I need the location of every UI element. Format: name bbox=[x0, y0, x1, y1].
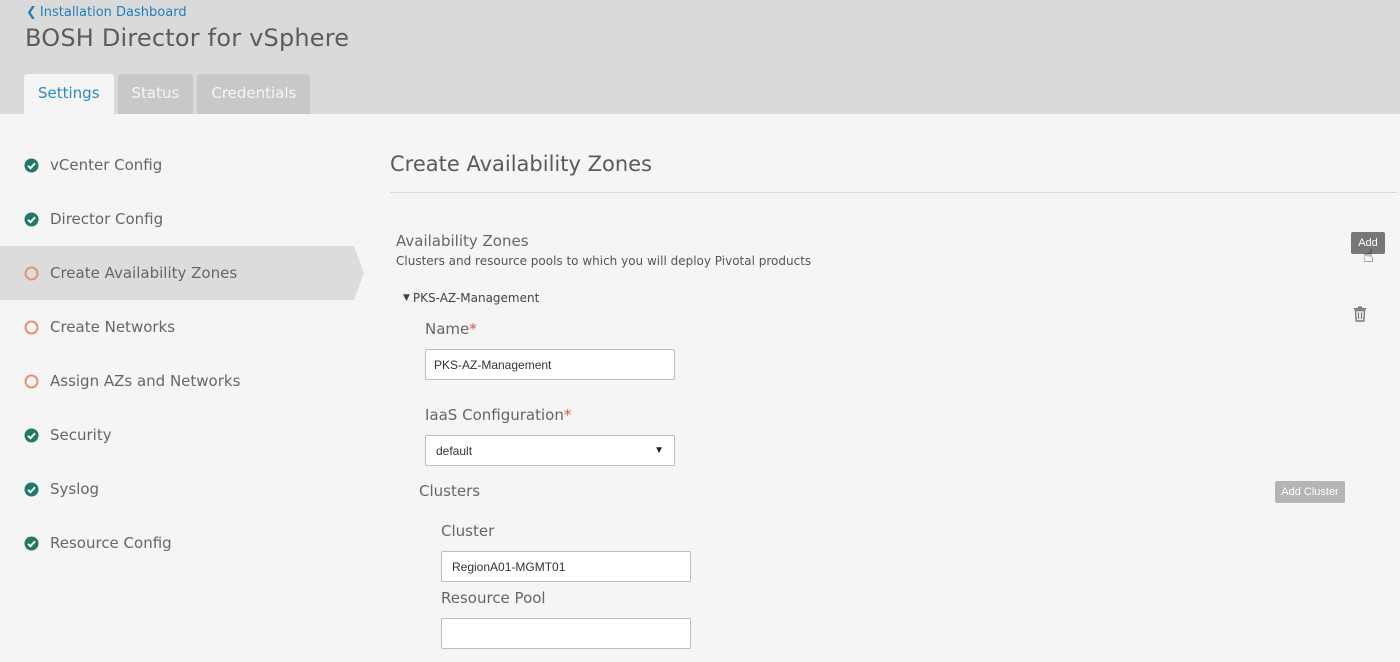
check-circle-icon bbox=[24, 536, 39, 551]
add-cluster-button[interactable]: Add Cluster bbox=[1275, 481, 1345, 503]
resource-pool-label: Resource Pool bbox=[441, 589, 546, 607]
az-item-title: PKS-AZ-Management bbox=[412, 291, 540, 305]
section-title: Create Availability Zones bbox=[390, 152, 652, 176]
required-mark: * bbox=[469, 320, 477, 338]
sidebar-item-label: Director Config bbox=[50, 210, 164, 228]
check-circle-icon bbox=[24, 158, 39, 173]
sidebar-item-label: Security bbox=[50, 426, 112, 444]
tab-status[interactable]: Status bbox=[117, 74, 194, 114]
cluster-label: Cluster bbox=[441, 522, 495, 540]
sidebar-item-label: Syslog bbox=[50, 480, 100, 498]
empty-circle-icon bbox=[24, 266, 39, 281]
trash-icon[interactable] bbox=[1353, 306, 1367, 326]
availability-zones-label: Availability Zones bbox=[396, 232, 529, 250]
check-circle-icon bbox=[24, 428, 39, 443]
check-circle-icon bbox=[24, 212, 39, 227]
chevron-left-icon: ❮ bbox=[26, 5, 37, 20]
az-item-toggle[interactable]: ▼ PKS-AZ-Management bbox=[403, 291, 539, 305]
sidebar-item-syslog[interactable]: Syslog bbox=[0, 462, 364, 516]
main-content: Create Availability Zones Availability Z… bbox=[390, 138, 1397, 649]
resource-pool-input[interactable] bbox=[441, 618, 691, 649]
tab-credentials[interactable]: Credentials bbox=[197, 74, 311, 114]
sidebar: vCenter Config Director Config Create Av… bbox=[0, 138, 364, 570]
back-link-label: Installation Dashboard bbox=[39, 5, 187, 20]
sidebar-item-create-networks[interactable]: Create Networks bbox=[0, 300, 364, 354]
hand-cursor-icon: ☝ bbox=[1363, 246, 1374, 267]
iaas-config-select[interactable]: default ▼ bbox=[425, 435, 675, 466]
iaas-config-label: IaaS Configuration* bbox=[425, 406, 571, 424]
tab-settings[interactable]: Settings bbox=[24, 74, 114, 114]
sidebar-item-label: vCenter Config bbox=[50, 156, 163, 174]
name-field-label: Name* bbox=[425, 320, 477, 338]
sidebar-item-label: Create Availability Zones bbox=[50, 264, 238, 282]
required-mark: * bbox=[563, 406, 572, 424]
empty-circle-icon bbox=[24, 320, 39, 335]
sidebar-item-director-config[interactable]: Director Config bbox=[0, 192, 364, 246]
name-label-text: Name bbox=[425, 320, 470, 338]
sidebar-item-label: Resource Config bbox=[50, 534, 172, 552]
availability-zones-header: Availability Zones Clusters and resource… bbox=[396, 232, 811, 268]
dropdown-arrow-icon: ▼ bbox=[654, 445, 664, 456]
sidebar-item-create-availability-zones[interactable]: Create Availability Zones bbox=[0, 246, 364, 300]
availability-zones-description: Clusters and resource pools to which you… bbox=[396, 254, 812, 268]
sidebar-item-label: Assign AZs and Networks bbox=[50, 372, 241, 390]
empty-circle-icon bbox=[24, 374, 39, 389]
sidebar-item-security[interactable]: Security bbox=[0, 408, 364, 462]
caret-down-icon: ▼ bbox=[403, 293, 410, 303]
iaas-label-text: IaaS Configuration bbox=[425, 406, 564, 424]
sidebar-item-vcenter-config[interactable]: vCenter Config bbox=[0, 138, 364, 192]
sidebar-item-assign-azs-and-networks[interactable]: Assign AZs and Networks bbox=[0, 354, 364, 408]
check-circle-icon bbox=[24, 482, 39, 497]
cluster-input[interactable] bbox=[441, 551, 691, 582]
page-header: ❮ Installation Dashboard BOSH Director f… bbox=[0, 0, 1400, 114]
back-to-dashboard-link[interactable]: ❮ Installation Dashboard bbox=[26, 5, 187, 20]
tab-bar: Settings Status Credentials bbox=[24, 74, 311, 114]
sidebar-item-label: Create Networks bbox=[50, 318, 176, 336]
sidebar-item-resource-config[interactable]: Resource Config bbox=[0, 516, 364, 570]
divider bbox=[390, 192, 1397, 193]
clusters-label: Clusters bbox=[419, 482, 481, 500]
iaas-config-selected-value: default bbox=[436, 443, 473, 458]
page-title: BOSH Director for vSphere bbox=[25, 24, 350, 52]
az-name-input[interactable] bbox=[425, 349, 675, 380]
